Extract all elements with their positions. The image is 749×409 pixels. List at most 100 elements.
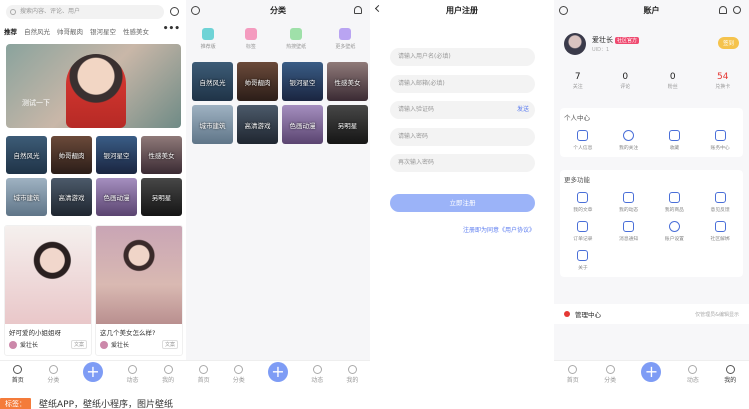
menu-item-about[interactable]: 关于: [560, 250, 606, 271]
tab-category[interactable]: 分类: [233, 365, 245, 384]
manager-hint: 仅管理员&编辑显示: [695, 311, 739, 318]
tab-mine[interactable]: 我的: [162, 365, 174, 384]
category-tile[interactable]: 性感美女: [327, 62, 368, 101]
tab-mine[interactable]: 我的: [346, 365, 358, 384]
bell-icon[interactable]: [354, 6, 362, 14]
tab-home[interactable]: 首页: [198, 365, 210, 384]
publish-button[interactable]: +: [268, 362, 288, 382]
category-tile[interactable]: 色画动漫: [282, 105, 323, 144]
post-card[interactable]: 好可爱的小姐姐呀 爱壮长 文案: [4, 225, 92, 356]
manager-icon: [564, 311, 570, 317]
menu-item-articles[interactable]: 我的文章: [560, 192, 606, 213]
menu-item-favorites[interactable]: 收藏: [652, 130, 698, 151]
quick-nav-item[interactable]: 推荐版: [201, 28, 216, 50]
category-tile[interactable]: 另明星: [141, 178, 182, 216]
stat-fans[interactable]: 0 粉丝: [668, 72, 678, 90]
menu-item-messages[interactable]: 消息通知: [606, 221, 652, 242]
menu-item-unbind[interactable]: 社区解绑: [697, 221, 743, 242]
tab-home[interactable]: 首页: [12, 365, 24, 384]
register-screen: 用户注册 请输入用户名(必填) 请输入邮箱(必填) 请输入验证码 发送 请输入密码…: [370, 0, 554, 386]
category-tile[interactable]: 色画动漫: [96, 178, 137, 216]
category-tile[interactable]: 银河星空: [96, 136, 137, 174]
password-field[interactable]: 请输入密码: [390, 128, 535, 146]
category-tile[interactable]: 高清游戏: [237, 105, 278, 144]
plus-circle-icon: [623, 130, 635, 141]
category-tile[interactable]: 城市建筑: [192, 105, 233, 144]
section-title: 个人中心: [564, 114, 590, 122]
category-tile[interactable]: 性感美女: [141, 136, 182, 174]
category-screen: 分类 推荐版 标签 热搜壁纸 更多壁纸 自然风光 帅哥靓肉 银河星空 性感美女 …: [186, 0, 370, 386]
search-input[interactable]: 搜索内容、评论、用户: [6, 5, 164, 19]
register-button[interactable]: 立即注册: [390, 194, 535, 212]
username-field[interactable]: 请输入用户名(必填): [390, 48, 535, 66]
tab-galaxy[interactable]: 银河星空: [90, 26, 116, 36]
manager-label: 管理中心: [575, 311, 601, 319]
menu-item-orders[interactable]: 订单记录: [560, 221, 606, 242]
tab-mine[interactable]: 我的: [724, 365, 736, 384]
tab-nature[interactable]: 自然风光: [24, 26, 50, 36]
send-code-button[interactable]: 发送: [517, 101, 529, 119]
tab-feed[interactable]: 动态: [127, 365, 139, 384]
fire-icon: [290, 28, 303, 40]
category-tile[interactable]: 高清游戏: [51, 178, 92, 216]
quick-nav-item[interactable]: 更多壁纸: [335, 28, 355, 50]
post-card[interactable]: 这几个美女怎么样? 爱壮长 文案: [95, 225, 183, 356]
profile-header[interactable]: 爱壮长 社区官方 UID：1: [564, 33, 640, 55]
tab-feed[interactable]: 动态: [311, 365, 323, 384]
menu-item-profile[interactable]: 个人信息: [560, 130, 606, 151]
info-icon: [577, 250, 589, 261]
agreement-link[interactable]: 注册即为同意《用户协议》: [390, 225, 535, 234]
publish-button[interactable]: +: [82, 362, 103, 382]
menu-item-finance[interactable]: 账务中心: [697, 130, 743, 151]
tab-handsome[interactable]: 帅哥靓肉: [57, 26, 83, 36]
category-tile[interactable]: 帅哥靓肉: [51, 136, 92, 174]
category-grid: 自然风光 帅哥靓肉 银河星空 性感美女 城市建筑 高清游戏 色画动漫 另明星: [6, 136, 182, 216]
more-functions-section: 更多功能 我的文章 我的动态 我的商品 意见反馈 订单记录 消息通知 账户设置 …: [560, 170, 743, 277]
tab-recommend[interactable]: 推荐: [4, 26, 17, 36]
quick-nav-item[interactable]: 热搜壁纸: [286, 28, 306, 50]
category-tile[interactable]: 城市建筑: [6, 178, 47, 216]
category-tile[interactable]: 银河星空: [282, 62, 323, 101]
tab-category[interactable]: 分类: [604, 365, 616, 384]
category-tile[interactable]: 自然风光: [6, 136, 47, 174]
bell-icon[interactable]: [719, 6, 727, 14]
more-icon[interactable]: •••: [163, 24, 180, 34]
tab-home[interactable]: 首页: [567, 365, 579, 384]
home-icon: [568, 365, 578, 374]
menu-item-settings[interactable]: 账户设置: [652, 221, 698, 242]
post-user: 爱壮长: [111, 342, 130, 349]
category-grid: 自然风光 帅哥靓肉 银河星空 性感美女 城市建筑 高清游戏 色画动漫 另明星: [192, 62, 368, 144]
tab-category[interactable]: 分类: [47, 365, 59, 384]
post-title: 这几个美女怎么样?: [100, 329, 156, 337]
bottom-tabbar: 首页 分类 + 动态 我的: [554, 360, 749, 386]
publish-button[interactable]: +: [641, 362, 662, 382]
category-tile[interactable]: 自然风光: [192, 62, 233, 101]
banner[interactable]: 测试一下: [6, 44, 181, 128]
menu-item-follow[interactable]: 我的关注: [606, 130, 652, 151]
stat-cards[interactable]: 54 兑换卡: [715, 72, 730, 90]
official-badge: 社区官方: [615, 37, 640, 44]
stat-following[interactable]: 7 关注: [573, 72, 583, 90]
code-field[interactable]: 请输入验证码 发送: [390, 101, 535, 119]
email-field[interactable]: 请输入邮箱(必填): [390, 75, 535, 93]
confirm-password-field[interactable]: 再次输入密码: [390, 154, 535, 172]
gear-icon[interactable]: [733, 6, 741, 14]
category-tile[interactable]: 帅哥靓肉: [237, 62, 278, 101]
feed-icon: [312, 365, 322, 374]
category-tile[interactable]: 另明星: [327, 105, 368, 144]
stat-comments[interactable]: 0 评论: [620, 72, 630, 90]
menu-item-moments[interactable]: 我的动态: [606, 192, 652, 213]
gift-icon: [668, 192, 680, 203]
user-name: 爱壮长: [592, 36, 613, 44]
tab-feed[interactable]: 动态: [687, 365, 699, 384]
bottom-tabbar: 首页 分类 + 动态 我的: [0, 360, 186, 386]
tab-beauty[interactable]: 性感美女: [123, 26, 149, 36]
menu-item-goods[interactable]: 我的商品: [652, 192, 698, 213]
manager-center-row[interactable]: 管理中心 仅管理员&编辑显示: [554, 304, 749, 324]
search-icon[interactable]: [170, 7, 179, 16]
sign-in-button[interactable]: 签到: [717, 37, 739, 49]
home-icon: [199, 365, 209, 374]
menu-item-feedback[interactable]: 意见反馈: [697, 192, 743, 213]
folder-icon: [668, 130, 680, 141]
quick-nav-item[interactable]: 标签: [244, 28, 257, 50]
